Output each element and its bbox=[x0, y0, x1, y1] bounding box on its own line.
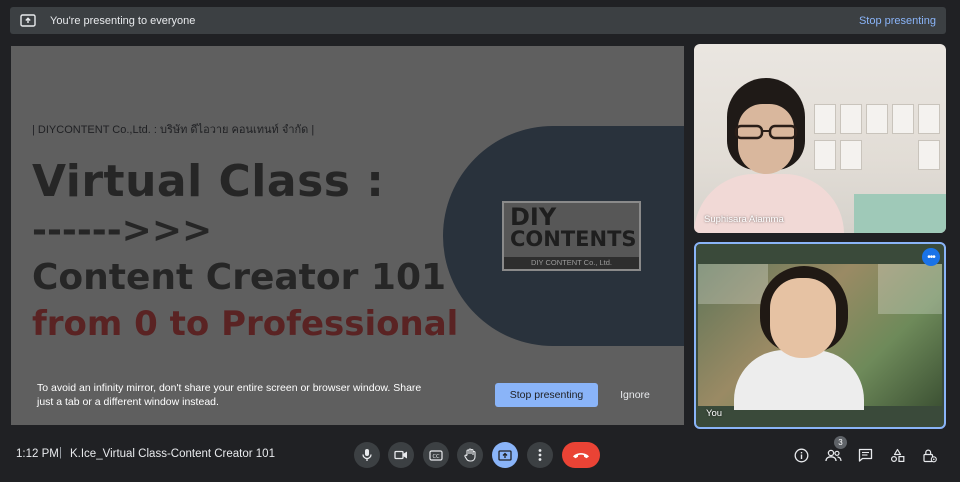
self-video bbox=[698, 264, 942, 410]
people-icon bbox=[824, 449, 842, 461]
self-name: You bbox=[706, 408, 723, 419]
presenting-message: You're presenting to everyone bbox=[50, 14, 196, 27]
closed-captions-icon: CC bbox=[429, 449, 443, 461]
slide-org-line: | DIYCONTENT Co.,Ltd. : บริษัท ดีไอวาย ค… bbox=[32, 124, 315, 136]
background-frame bbox=[918, 104, 940, 134]
present-to-all-icon bbox=[498, 449, 512, 461]
logo-line-3: DIY CONTENT Co., Ltd. bbox=[504, 257, 639, 269]
camera-button[interactable] bbox=[388, 442, 414, 468]
videocam-icon bbox=[394, 450, 407, 460]
background-frame bbox=[840, 104, 862, 134]
mic-icon bbox=[362, 449, 372, 461]
captions-button[interactable]: CC bbox=[423, 442, 449, 468]
background-frame bbox=[814, 140, 836, 170]
background-frame bbox=[814, 104, 836, 134]
background-window bbox=[698, 264, 768, 304]
slide-title-line-3: Content Creator 101 bbox=[32, 257, 447, 298]
meeting-details-button[interactable] bbox=[791, 445, 811, 465]
presentation-stage: | DIYCONTENT Co.,Ltd. : บริษัท ดีไอวาย ค… bbox=[11, 46, 684, 425]
raise-hand-icon bbox=[464, 448, 476, 462]
more-options-icon[interactable]: ••• bbox=[922, 248, 940, 266]
participant-shirt bbox=[734, 350, 864, 410]
separator: | bbox=[59, 447, 62, 459]
participant-tile[interactable]: Suphisara Aiamma bbox=[694, 44, 946, 233]
ignore-button[interactable]: Ignore bbox=[611, 383, 659, 407]
background-counter bbox=[854, 194, 946, 233]
present-now-button[interactable] bbox=[492, 442, 518, 468]
background-window bbox=[878, 264, 942, 314]
background-frame bbox=[840, 140, 862, 170]
host-controls-button[interactable] bbox=[919, 445, 939, 465]
stop-presenting-link[interactable]: Stop presenting bbox=[859, 15, 936, 27]
slide-title-line-2: ------>>> bbox=[32, 210, 213, 251]
more-options-button[interactable] bbox=[527, 442, 553, 468]
chat-icon bbox=[858, 448, 872, 462]
info-icon bbox=[794, 448, 808, 462]
logo-line-1: DIY bbox=[510, 203, 557, 231]
stop-presenting-button[interactable]: Stop presenting bbox=[495, 383, 598, 407]
more-vert-icon bbox=[538, 449, 542, 461]
background-frame bbox=[892, 104, 914, 134]
activities-button[interactable] bbox=[887, 445, 907, 465]
people-count-badge: 3 bbox=[834, 436, 847, 449]
raise-hand-button[interactable] bbox=[457, 442, 483, 468]
chat-button[interactable] bbox=[855, 445, 875, 465]
background-frame bbox=[918, 140, 940, 170]
participant-face bbox=[770, 278, 836, 358]
activities-icon bbox=[890, 448, 904, 462]
self-tile[interactable]: ••• You bbox=[694, 242, 946, 429]
leave-call-button[interactable] bbox=[562, 442, 600, 468]
slide-title-line-1: Virtual Class : bbox=[32, 156, 385, 207]
call-end-icon bbox=[573, 453, 589, 459]
meeting-title: K.Ice_Virtual Class-Content Creator 101 bbox=[70, 448, 275, 460]
microphone-button[interactable] bbox=[354, 442, 380, 468]
diy-contents-logo: DIY CONTENTS DIY CONTENT Co., Ltd. bbox=[502, 201, 641, 271]
meeting-time: 1:12 PM bbox=[16, 448, 59, 460]
presenting-banner: You're presenting to everyone Stop prese… bbox=[10, 7, 946, 34]
participant-name: Suphisara Aiamma bbox=[704, 214, 784, 225]
background-frame bbox=[866, 104, 888, 134]
logo-line-2: CONTENTS bbox=[510, 227, 637, 251]
infinity-mirror-warning: To avoid an infinity mirror, don't share… bbox=[37, 382, 422, 408]
host-controls-icon bbox=[922, 449, 937, 462]
glasses-shape bbox=[734, 124, 798, 140]
svg-text:CC: CC bbox=[433, 453, 440, 459]
present-to-all-icon bbox=[20, 14, 36, 27]
slide-title-line-4: from 0 to Professional bbox=[32, 304, 459, 344]
